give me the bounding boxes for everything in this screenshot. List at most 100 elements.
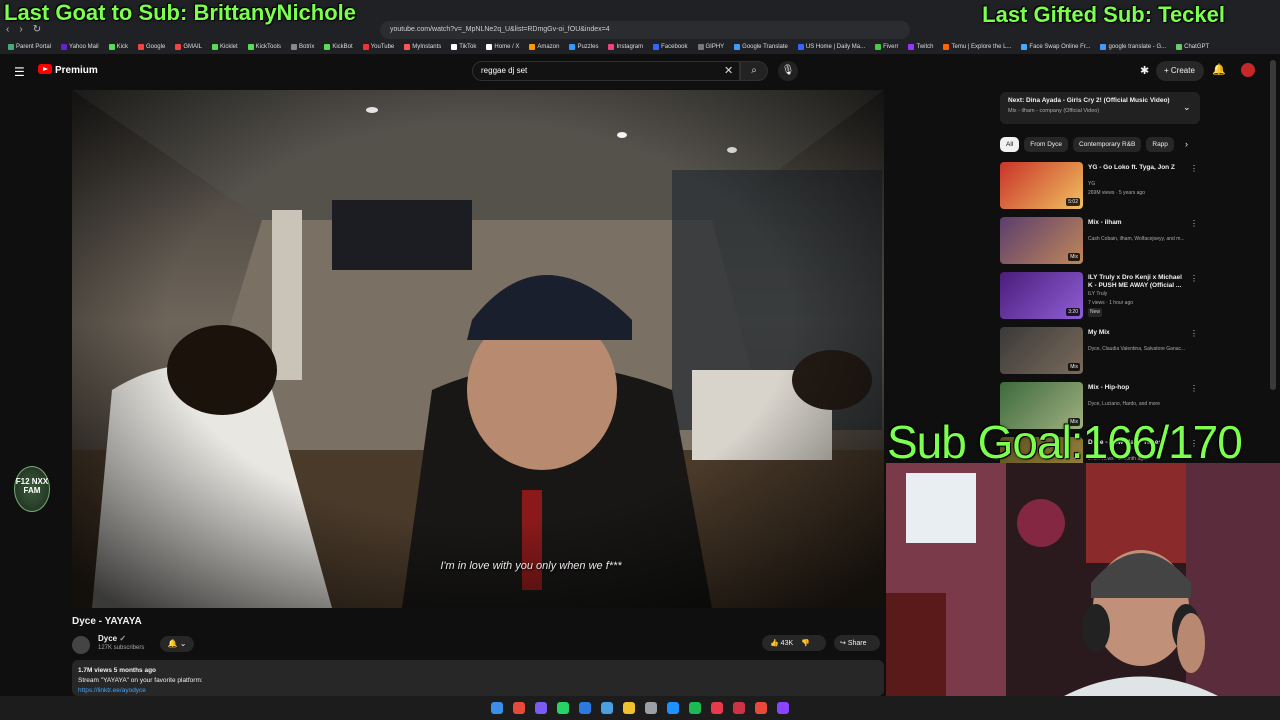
description-link[interactable]: https://linktr.ee/ayodyce bbox=[78, 686, 878, 696]
filter-chip[interactable]: All bbox=[1000, 137, 1020, 152]
bookmark-item[interactable]: TikTok bbox=[451, 44, 476, 50]
subscribed-bell-button[interactable]: 🔔 ⌄ bbox=[160, 636, 194, 652]
bookmark-item[interactable]: Facebook bbox=[653, 44, 688, 50]
bookmark-label: Twitch bbox=[916, 44, 934, 50]
last-gifted-overlay: Last Gifted Sub: Teckel bbox=[982, 2, 1225, 27]
recommendation-thumbnail[interactable]: Mix bbox=[1000, 327, 1083, 374]
thumbs-up-icon: 👍 bbox=[770, 640, 779, 647]
taskbar-app-icon[interactable] bbox=[711, 702, 723, 714]
share-button[interactable]: ↪ Share bbox=[834, 635, 880, 651]
taskbar-app-icon[interactable] bbox=[579, 702, 591, 714]
filter-chip[interactable]: Rapp bbox=[1146, 137, 1174, 152]
recommendation-item[interactable]: Mix Mix - ilham Cash Cobain, ilham, Wolfac… bbox=[1000, 215, 1200, 269]
bookmark-item[interactable]: Kicklet bbox=[211, 44, 238, 50]
recommendation-item[interactable]: 5:02 YG - Go Loko ft. Tyga, Jon Z YG 269M v… bbox=[1000, 160, 1200, 214]
up-next-box[interactable]: Next: Dina Ayada - Girls Cry 2! (Officia… bbox=[1000, 92, 1200, 124]
search-button[interactable]: ⌕ bbox=[740, 61, 768, 81]
more-options-icon[interactable]: ⋮ bbox=[1190, 329, 1198, 338]
bookmark-label: Instagram bbox=[616, 44, 644, 50]
channel-name[interactable]: Dyce ✓ bbox=[98, 634, 126, 643]
bookmark-label: Face Swap Online Fr... bbox=[1029, 44, 1091, 50]
taskbar-app-icon[interactable] bbox=[601, 702, 613, 714]
taskbar-app-icon[interactable] bbox=[491, 702, 503, 714]
clear-search-icon[interactable]: ✕ bbox=[724, 64, 733, 77]
more-options-icon[interactable]: ⋮ bbox=[1190, 164, 1198, 173]
recommendation-thumbnail[interactable]: 3:20 bbox=[1000, 272, 1083, 319]
channel-name-text[interactable]: Dyce bbox=[98, 634, 117, 643]
bookmark-item[interactable]: Twitch bbox=[908, 44, 933, 50]
bookmark-favicon-icon bbox=[404, 44, 411, 50]
chevron-down-icon[interactable]: ⌄ bbox=[1183, 102, 1191, 113]
bookmark-item[interactable]: Kick bbox=[108, 44, 128, 50]
filter-chip[interactable]: From Dyce bbox=[1024, 137, 1069, 152]
address-bar[interactable]: youtube.com/watch?v=_MpNLNe2q_U&list=RDm… bbox=[380, 21, 910, 39]
bookmark-item[interactable]: Google bbox=[137, 44, 165, 50]
taskbar-app-icon[interactable] bbox=[557, 702, 569, 714]
bookmark-item[interactable]: GIPHY bbox=[697, 44, 724, 50]
bookmark-item[interactable]: Face Swap Online Fr... bbox=[1021, 44, 1090, 50]
account-avatar[interactable] bbox=[1241, 63, 1255, 77]
bookmark-favicon-icon bbox=[943, 44, 950, 50]
recommendation-title[interactable]: YG - Go Loko ft. Tyga, Jon Z bbox=[1088, 164, 1188, 172]
page-scrollbar[interactable] bbox=[1270, 60, 1276, 390]
recommendation-title[interactable]: ILY Truly x Dro Kenji x Michael K - PUSH… bbox=[1088, 274, 1188, 290]
youtube-premium-label[interactable]: Premium bbox=[55, 65, 98, 76]
chevron-right-icon[interactable]: › bbox=[1185, 139, 1188, 149]
filter-chips: All From Dyce Contemporary R&B Rapp bbox=[1000, 137, 1174, 152]
more-options-icon[interactable]: ⋮ bbox=[1190, 384, 1198, 393]
video-description[interactable]: 1.7M views 5 months ago Stream "YAYAYA" … bbox=[72, 660, 884, 696]
bookmark-item[interactable]: ChatGPT bbox=[1176, 44, 1209, 50]
bookmark-item[interactable]: GMAIL bbox=[175, 44, 202, 50]
bookmark-item[interactable]: US Home | Daily Ma... bbox=[797, 44, 865, 50]
search-input[interactable]: reggae dj set bbox=[472, 61, 740, 81]
bookmark-item[interactable]: Yahoo Mail bbox=[61, 44, 99, 50]
taskbar-app-icon[interactable] bbox=[513, 702, 525, 714]
create-button[interactable]: + Create bbox=[1156, 61, 1204, 81]
recommendation-meta: Dyce, Luciano, Hardo, and more bbox=[1088, 400, 1198, 409]
recommendation-title[interactable]: Mix - Hip-hop bbox=[1088, 384, 1188, 392]
bookmark-item[interactable]: Puzzles bbox=[569, 44, 598, 50]
bookmark-item[interactable]: YouTube bbox=[362, 44, 394, 50]
notifications-bell-icon[interactable]: 🔔 bbox=[1212, 63, 1226, 76]
channel-avatar[interactable] bbox=[72, 636, 90, 654]
taskbar-app-icon[interactable] bbox=[689, 702, 701, 714]
recommendation-title[interactable]: Mix - ilham bbox=[1088, 219, 1188, 227]
voice-search-icon[interactable]: 🎙 bbox=[778, 61, 798, 81]
filter-chip[interactable]: Contemporary R&B bbox=[1073, 137, 1142, 152]
bookmark-item[interactable]: Home / X bbox=[486, 44, 519, 50]
youtube-logo-icon[interactable] bbox=[38, 64, 52, 74]
more-options-icon[interactable]: ⋮ bbox=[1190, 219, 1198, 228]
hamburger-menu-icon[interactable]: ☰ bbox=[14, 65, 25, 79]
taskbar-app-icon[interactable] bbox=[535, 702, 547, 714]
recommendation-meta-line: Dyce, Luciano, Hardo, and more bbox=[1088, 401, 1160, 407]
recommendation-thumbnail[interactable]: 5:02 bbox=[1000, 162, 1083, 209]
bookmark-item[interactable]: Amazon bbox=[529, 44, 559, 50]
bookmark-item[interactable]: Temu | Explore the L... bbox=[943, 44, 1011, 50]
bookmark-item[interactable]: Google Translate bbox=[734, 44, 788, 50]
taskbar-app-icon[interactable] bbox=[777, 702, 789, 714]
thumbs-down-icon[interactable]: 👎 bbox=[801, 640, 810, 647]
bookmark-item[interactable]: Botrix bbox=[291, 44, 314, 50]
more-options-icon[interactable]: ⋮ bbox=[1190, 274, 1198, 283]
like-button[interactable]: 👍 43K 👎 bbox=[762, 635, 826, 651]
bookmark-label: Amazon bbox=[537, 44, 560, 50]
bookmark-item[interactable]: KickBot bbox=[324, 44, 353, 50]
bookmark-item[interactable]: Fiverr bbox=[875, 44, 898, 50]
recommendation-title[interactable]: My Mix bbox=[1088, 329, 1188, 337]
video-player[interactable] bbox=[72, 90, 884, 608]
bookmark-item[interactable]: Parent Portal bbox=[8, 44, 51, 50]
recommendation-item[interactable]: Mix My Mix Dyce, Claudia Valentina, Salvat… bbox=[1000, 325, 1200, 379]
bookmark-item[interactable]: google translate - G... bbox=[1100, 44, 1166, 50]
video-title: Dyce - YAYAYA bbox=[72, 616, 142, 627]
taskbar-app-icon[interactable] bbox=[733, 702, 745, 714]
bookmark-item[interactable]: Instagram bbox=[608, 44, 643, 50]
taskbar-app-icon[interactable] bbox=[667, 702, 679, 714]
cast-icon[interactable]: ✱ bbox=[1140, 64, 1149, 77]
bookmark-item[interactable]: KickTools bbox=[247, 44, 281, 50]
bookmark-item[interactable]: MyInstants bbox=[404, 44, 441, 50]
taskbar-app-icon[interactable] bbox=[623, 702, 635, 714]
taskbar-app-icon[interactable] bbox=[645, 702, 657, 714]
recommendation-thumbnail[interactable]: Mix bbox=[1000, 217, 1083, 264]
taskbar-app-icon[interactable] bbox=[755, 702, 767, 714]
recommendation-item[interactable]: 3:20 ILY Truly x Dro Kenji x Michael K - … bbox=[1000, 270, 1200, 324]
